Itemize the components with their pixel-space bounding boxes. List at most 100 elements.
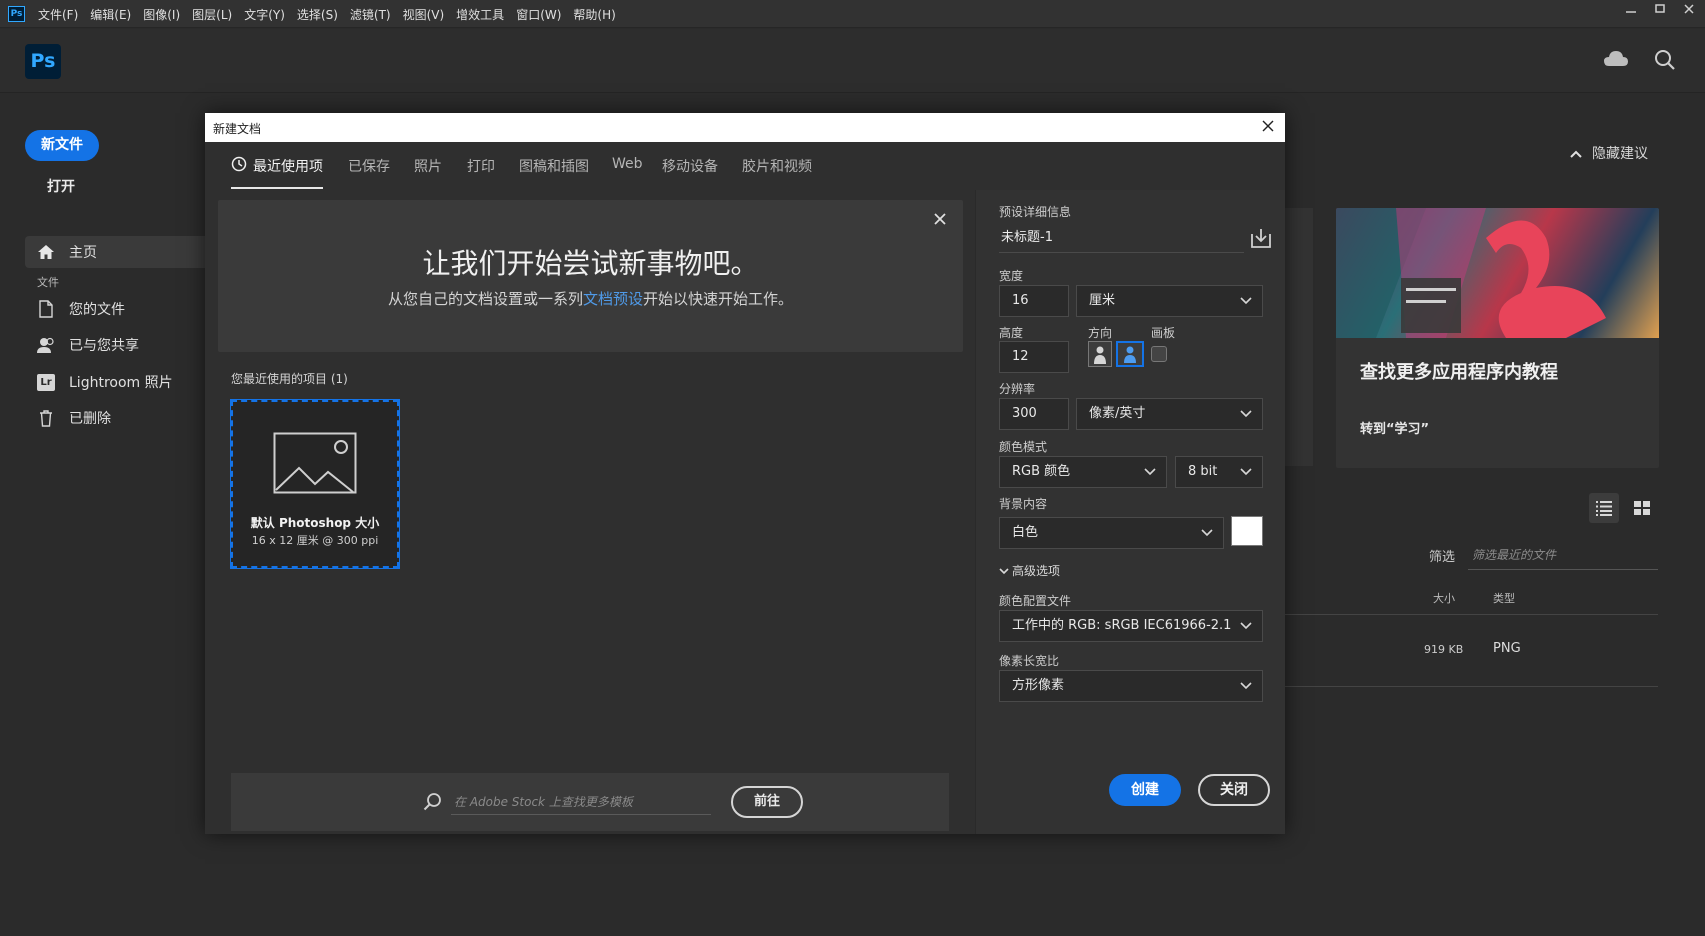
background-value: 白色: [1012, 525, 1039, 540]
nav-shared-label: 已与您共享: [69, 338, 139, 354]
menu-type[interactable]: 文字(Y): [244, 6, 285, 23]
artboard-checkbox[interactable]: [1151, 346, 1167, 362]
resolution-input[interactable]: 300: [999, 398, 1069, 430]
active-tab-indicator: [231, 187, 323, 189]
tab-photo[interactable]: 照片: [414, 156, 442, 176]
welcome-sub-text-end: 开始以快速开始工作。: [643, 290, 794, 308]
menu-file[interactable]: 文件(F): [38, 6, 78, 23]
document-name-input[interactable]: 未标题-1: [999, 223, 1244, 253]
width-unit-select[interactable]: 厘米: [1076, 285, 1263, 317]
nav-item-deleted[interactable]: 已删除: [25, 402, 205, 434]
portrait-orientation-button[interactable]: [1088, 341, 1112, 367]
save-preset-icon[interactable]: [1248, 226, 1274, 250]
column-header-size[interactable]: 大小: [1433, 590, 1455, 606]
search-icon: [423, 792, 443, 812]
recent-item-meta: 16 x 12 厘米 @ 300 ppi: [251, 534, 379, 547]
minimize-icon[interactable]: [1617, 0, 1645, 24]
dialog-close-icon[interactable]: [1255, 115, 1281, 139]
background-select[interactable]: 白色: [999, 517, 1224, 549]
tab-web[interactable]: Web: [612, 156, 643, 172]
tab-art-illustration[interactable]: 图稿和插图: [519, 156, 589, 176]
tutorial-image: [1336, 208, 1659, 338]
background-color-swatch[interactable]: [1231, 516, 1263, 546]
new-file-button[interactable]: 新文件: [25, 130, 99, 161]
bit-depth-select[interactable]: 8 bit: [1175, 456, 1263, 488]
menu-layer[interactable]: 图层(L): [192, 6, 232, 23]
nav-deleted-label: 已删除: [69, 411, 111, 427]
suggestion-card-partial: [1285, 208, 1313, 466]
welcome-close-icon[interactable]: [929, 210, 951, 232]
close-button[interactable]: 关闭: [1198, 774, 1270, 806]
height-input[interactable]: 12: [999, 341, 1069, 373]
width-input[interactable]: 16: [999, 285, 1069, 317]
ps-logo: Ps: [25, 44, 61, 79]
tab-recent[interactable]: 最近使用项: [231, 156, 323, 176]
close-window-icon[interactable]: [1675, 0, 1703, 24]
tab-print[interactable]: 打印: [467, 156, 495, 176]
cloud-icon[interactable]: [1603, 48, 1629, 70]
chevron-down-icon: [1201, 518, 1213, 548]
open-button[interactable]: 打开: [47, 176, 75, 196]
advanced-options-toggle[interactable]: 高级选项: [999, 562, 1060, 579]
go-to-learn-link[interactable]: 转到“学习”: [1360, 418, 1429, 437]
landscape-orientation-button[interactable]: [1116, 341, 1144, 367]
menu-help[interactable]: 帮助(H): [573, 6, 615, 23]
clock-icon: [231, 156, 247, 176]
resolution-unit-select[interactable]: 像素/英寸: [1076, 398, 1263, 430]
bit-depth-value: 8 bit: [1188, 464, 1218, 479]
color-mode-select[interactable]: RGB 颜色: [999, 456, 1167, 488]
orientation-label: 方向: [1088, 326, 1113, 340]
tab-recent-label: 最近使用项: [253, 159, 323, 175]
hide-suggestions-label: 隐藏建议: [1592, 146, 1648, 162]
stock-go-button[interactable]: 前往: [731, 786, 803, 818]
tab-saved[interactable]: 已保存: [348, 156, 390, 176]
landscape-icon: [1124, 346, 1136, 363]
home-header: Ps: [0, 29, 1705, 93]
stock-search-input[interactable]: 在 Adobe Stock 上查找更多模板: [451, 789, 711, 815]
pixel-aspect-ratio-select[interactable]: 方形像素: [999, 670, 1263, 702]
tab-film-video[interactable]: 胶片和视频: [742, 156, 812, 176]
grid-view-icon: [1634, 501, 1650, 515]
menu-view[interactable]: 视图(V): [403, 6, 445, 23]
width-unit-value: 厘米: [1089, 293, 1116, 308]
menu-select[interactable]: 选择(S): [297, 6, 338, 23]
filter-label: 筛选: [1429, 550, 1456, 565]
welcome-subtitle: 从您自己的文档设置或一系列文档预设开始以快速开始工作。: [218, 288, 963, 309]
hide-suggestions-button[interactable]: 隐藏建议: [1570, 143, 1648, 163]
nav-home-label: 主页: [69, 245, 97, 261]
color-profile-value: 工作中的 RGB: sRGB IEC61966-2.1: [1012, 618, 1232, 633]
nav-item-your-files[interactable]: 您的文件: [25, 293, 205, 325]
portrait-icon: [1094, 346, 1106, 364]
file-row-type: PNG: [1493, 641, 1521, 656]
chevron-down-icon: [999, 564, 1009, 578]
people-icon: [35, 336, 57, 354]
height-label: 高度: [999, 326, 1024, 340]
resolution-label: 分辨率: [999, 382, 1036, 396]
menu-plugins[interactable]: 增效工具: [456, 6, 504, 23]
recent-item-card[interactable]: 默认 Photoshop 大小 16 x 12 厘米 @ 300 ppi: [230, 399, 400, 569]
menu-image[interactable]: 图像(I): [143, 6, 180, 23]
menu-window[interactable]: 窗口(W): [516, 6, 561, 23]
color-profile-select[interactable]: 工作中的 RGB: sRGB IEC61966-2.1: [999, 610, 1263, 642]
create-button[interactable]: 创建: [1109, 774, 1181, 806]
tab-mobile[interactable]: 移动设备: [662, 156, 718, 176]
list-view-button[interactable]: [1589, 493, 1619, 523]
column-header-type[interactable]: 类型: [1493, 590, 1515, 606]
nav-item-lightroom[interactable]: Lr Lightroom 照片: [25, 366, 205, 398]
menu-filter[interactable]: 滤镜(T): [350, 6, 391, 23]
filter-input[interactable]: 筛选最近的文件: [1468, 540, 1658, 570]
search-icon[interactable]: [1654, 49, 1676, 71]
pixel-aspect-ratio-label: 像素长宽比: [999, 654, 1060, 668]
recent-items-label: 您最近使用的项目 (1): [231, 372, 348, 386]
document-presets-link[interactable]: 文档预设: [583, 290, 643, 308]
menu-bar: Ps 文件(F) 编辑(E) 图像(I) 图层(L) 文字(Y) 选择(S) 滤…: [0, 0, 1705, 28]
grid-view-button[interactable]: [1627, 493, 1657, 523]
nav-item-home[interactable]: 主页: [25, 236, 205, 268]
file-row-size: 919 KB: [1424, 643, 1464, 656]
divider: [1285, 614, 1658, 615]
menu-edit[interactable]: 编辑(E): [90, 6, 131, 23]
maximize-icon[interactable]: [1646, 0, 1674, 24]
document-icon: [35, 300, 57, 318]
tutorial-card[interactable]: 查找更多应用程序内教程 转到“学习”: [1336, 208, 1659, 468]
nav-item-shared[interactable]: 已与您共享: [25, 329, 205, 361]
